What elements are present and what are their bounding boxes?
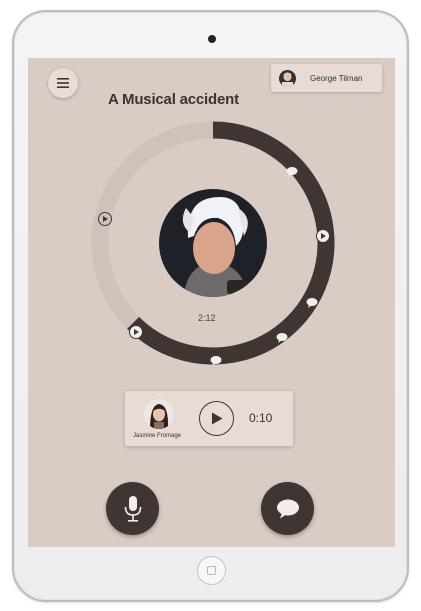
speech-bubble-icon: [276, 499, 299, 518]
album-art: [159, 189, 267, 297]
elapsed-time: 0:10: [249, 411, 273, 425]
comment-button[interactable]: [261, 482, 314, 535]
play-button[interactable]: [199, 401, 234, 436]
track-time: 2:12: [198, 313, 216, 323]
camera-dot: [208, 35, 216, 43]
performer-name: Jasmine Fromage: [133, 433, 182, 439]
play-icon: [211, 412, 222, 425]
play-marker-bottom-left[interactable]: [129, 325, 143, 339]
home-square-icon: [207, 566, 216, 575]
play-marker-right[interactable]: [316, 229, 330, 243]
record-button[interactable]: [106, 482, 159, 535]
microphone-icon: [124, 495, 141, 522]
track-ring: [91, 121, 335, 366]
performer-avatar: [144, 399, 174, 429]
home-button[interactable]: [197, 556, 226, 585]
player-card: Jasmine Fromage 0:10: [125, 391, 293, 446]
app-screen: George Tilman A Musical accident 2:12 Ja…: [28, 58, 395, 547]
